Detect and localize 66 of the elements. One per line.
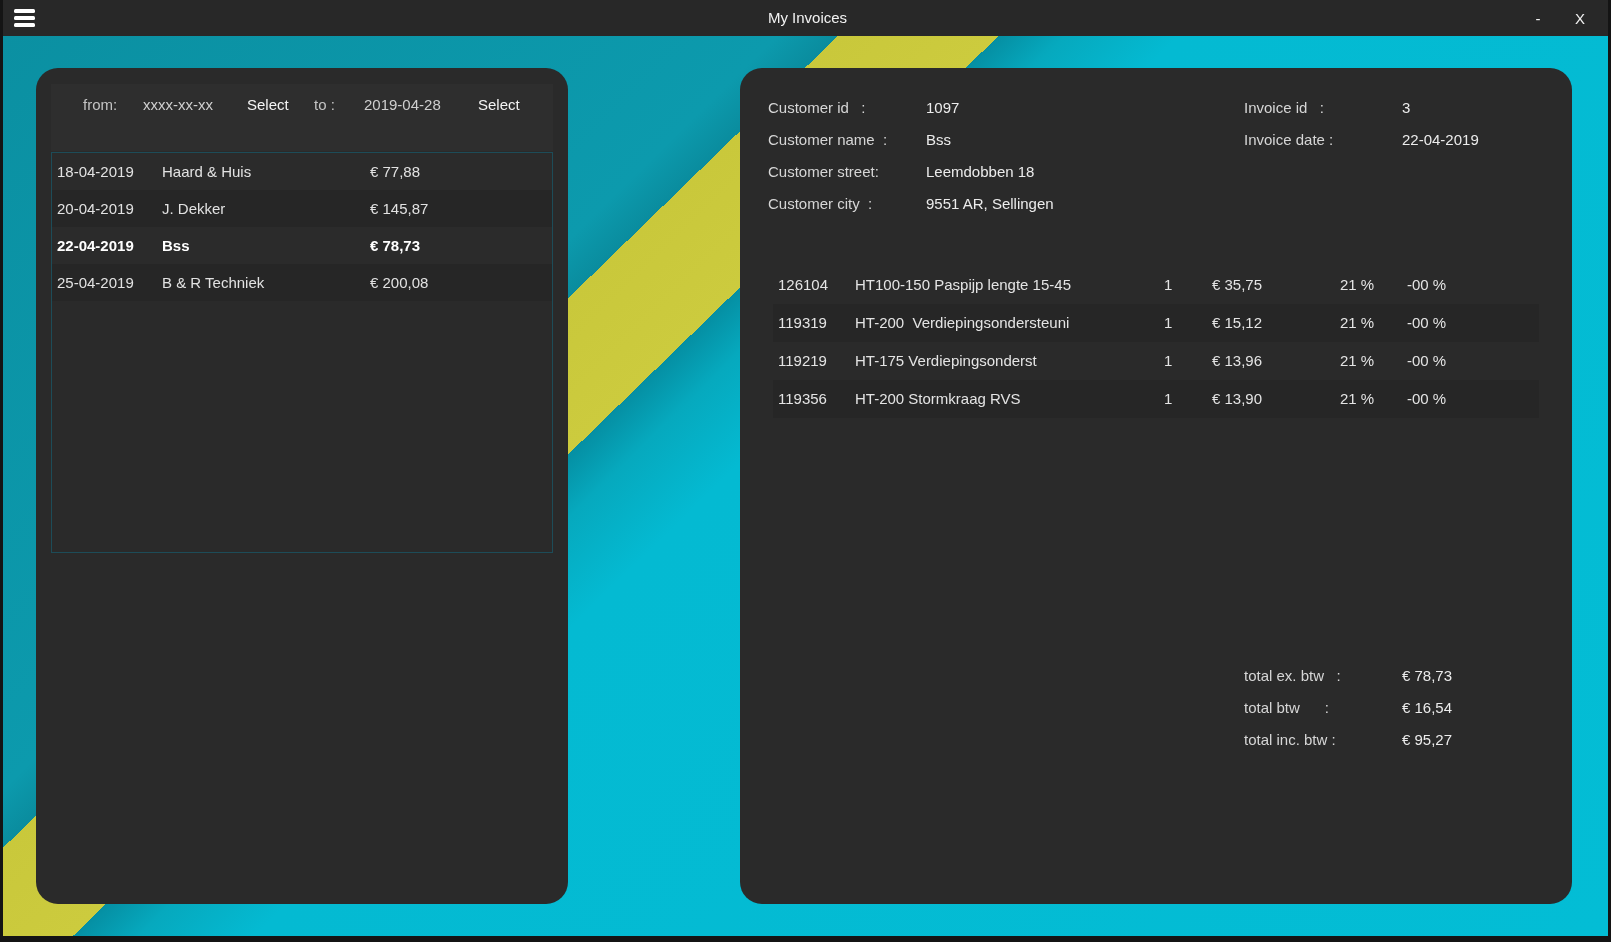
vat-rate: 21 % [1340, 314, 1375, 332]
customer-name: J. Dekker [162, 199, 226, 218]
field-value: 1097 [926, 99, 960, 117]
field-value: Leemdobben 18 [926, 163, 1035, 181]
article-description: HT-200 Verdiepingsondersteuni [855, 314, 1070, 332]
to-date: 2019-04-28 [364, 96, 442, 114]
field-label: Invoice date : [1244, 131, 1334, 149]
field-label: Customer city : [768, 195, 873, 213]
invoice-amount: € 145,87 [370, 199, 429, 218]
field-label: Customer id : [768, 99, 866, 117]
field-value: 22-04-2019 [1402, 131, 1479, 149]
invoice-date: 25-04-2019 [57, 273, 134, 292]
invoice-amount: € 78,73 [370, 236, 421, 255]
discount-rate: -00 % [1407, 276, 1447, 294]
field-label: Customer street: [768, 163, 879, 181]
to-label: to : [314, 96, 336, 114]
unit-price: € 15,12 [1212, 314, 1263, 332]
field-label: Customer name : [768, 131, 888, 149]
from-label: from: [83, 96, 119, 114]
from-date: xxxx-xx-xx [143, 96, 214, 114]
total-label: total ex. btw : [1244, 667, 1341, 685]
total-value: € 95,27 [1402, 731, 1453, 749]
invoice-date: 22-04-2019 [57, 236, 134, 255]
vat-rate: 21 % [1340, 352, 1375, 370]
article-code: 119356 [778, 390, 827, 408]
minimize-button[interactable]: - [1517, 3, 1559, 33]
quantity: 1 [1164, 390, 1173, 408]
discount-rate: -00 % [1407, 314, 1447, 332]
unit-price: € 13,90 [1212, 390, 1263, 408]
field-value: 9551 AR, Sellingen [926, 195, 1054, 213]
quantity: 1 [1164, 314, 1173, 332]
unit-price: € 35,75 [1212, 276, 1263, 294]
invoice-row[interactable]: 20-04-2019 J. Dekker € 145,87 [52, 190, 552, 227]
field-value: 3 [1402, 99, 1411, 117]
field-label: Invoice id : [1244, 99, 1325, 117]
window-title: My Invoices [767, 9, 848, 27]
discount-rate: -00 % [1407, 390, 1447, 408]
discount-rate: -00 % [1407, 352, 1447, 370]
invoice-amount: € 77,88 [370, 162, 421, 181]
invoice-amount: € 200,08 [370, 273, 429, 292]
quantity: 1 [1164, 276, 1173, 294]
customer-name: B & R Techniek [162, 273, 265, 292]
invoice-date: 20-04-2019 [57, 199, 134, 218]
field-value: Bss [926, 131, 951, 149]
customer-name: Bss [162, 236, 190, 255]
close-button[interactable]: X [1559, 3, 1601, 33]
article-code: 119219 [778, 352, 827, 370]
customer-name: Haard & Huis [162, 162, 252, 181]
total-label: total inc. btw : [1244, 731, 1336, 749]
total-value: € 78,73 [1402, 667, 1453, 685]
vat-rate: 21 % [1340, 276, 1375, 294]
article-description: HT-200 Stormkraag RVS [855, 390, 1021, 408]
invoice-date: 18-04-2019 [57, 162, 134, 181]
article-code: 126104 [778, 276, 829, 294]
quantity: 1 [1164, 352, 1173, 370]
select-button[interactable]: Select [247, 96, 289, 114]
total-value: € 16,54 [1402, 699, 1453, 717]
article-description: HT-175 Verdiepingsonderst [855, 352, 1037, 370]
article-code: 119319 [778, 314, 827, 332]
total-label: total btw : [1244, 699, 1330, 717]
vat-rate: 21 % [1340, 390, 1375, 408]
article-description: HT100-150 Paspijp lengte 15-45 [855, 276, 1071, 294]
unit-price: € 13,96 [1212, 352, 1263, 370]
menu-icon[interactable] [14, 9, 35, 27]
invoice-row[interactable]: 25-04-2019 B & R Techniek € 200,08 [52, 264, 552, 301]
select-button[interactable]: Select [478, 96, 520, 114]
